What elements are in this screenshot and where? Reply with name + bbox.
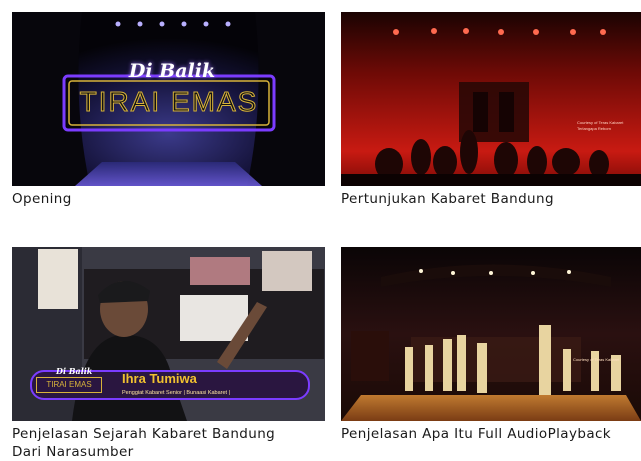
- speaker-role: Penggiat Kabaret Senior | Bunaasi Kabare…: [122, 390, 231, 396]
- speaker-name: Ihra Tumiwa: [122, 371, 197, 386]
- video-caption-line2[interactable]: Dari Narasumber: [12, 443, 134, 461]
- video-card-opening[interactable]: Di Balik TIRAI EMAS Opening: [12, 12, 325, 212]
- logo-main-text: TIRAI EMAS: [36, 377, 102, 393]
- video-card-audioplayback[interactable]: Courtesy of Teras Kabaret Penjelasan Apa…: [341, 247, 641, 447]
- title-main-text: TIRAI EMAS: [79, 86, 259, 118]
- video-caption-line1[interactable]: Penjelasan Sejarah Kabaret Bandung: [12, 425, 275, 443]
- courtesy-credit-line1: Courtesy of Teras Kabaret: [573, 357, 620, 362]
- video-thumbnail[interactable]: Di Balik TIRAI EMAS: [12, 12, 325, 186]
- logo-script-text: Di Balik: [56, 366, 93, 376]
- stage-dance-image: [341, 247, 641, 421]
- video-thumbnail[interactable]: Di Balik TIRAI EMAS Ihra Tumiwa Penggiat…: [12, 247, 325, 421]
- video-caption[interactable]: Penjelasan Apa Itu Full AudioPlayback: [341, 425, 611, 443]
- title-script-text: Di Balik: [128, 60, 216, 82]
- video-thumbnail[interactable]: Courtesy of Teras Kabaret: [341, 247, 641, 421]
- lower-third-logo: Di Balik TIRAI EMAS: [34, 366, 104, 402]
- video-caption[interactable]: Opening: [12, 190, 72, 208]
- video-thumbnail[interactable]: Courtesy of Teras Kabaret Terlangapa Reb…: [341, 12, 641, 186]
- courtesy-credit-line2: Terlangapa Reborn: [577, 126, 612, 131]
- video-caption[interactable]: Pertunjukan Kabaret Bandung: [341, 190, 554, 208]
- courtesy-credit-line1: Courtesy of Teras Kabaret: [577, 120, 624, 125]
- video-card-pertunjukan[interactable]: Courtesy of Teras Kabaret Terlangapa Reb…: [341, 12, 641, 212]
- stage-performance-image: [341, 12, 641, 186]
- video-card-sejarah[interactable]: Di Balik TIRAI EMAS Ihra Tumiwa Penggiat…: [12, 247, 325, 460]
